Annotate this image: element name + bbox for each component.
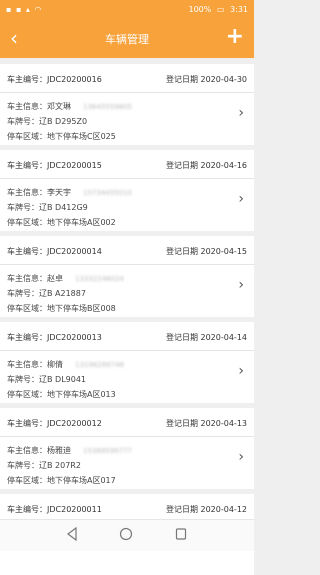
register-date: 登记日期 2020-04-16 <box>165 161 247 170</box>
card-body: 车主信息：李天宇 15734455010 车牌号：辽B D412G9 停车区域：地… <box>0 179 254 231</box>
nav-home-icon[interactable] <box>119 527 133 541</box>
owner-phone: 13196289748 <box>75 361 124 369</box>
parking-area: 停车区域：地下停车场C区025 <box>7 132 116 141</box>
chevron-right-icon[interactable]: › <box>238 105 244 121</box>
owner-info: 车主信息：杨雅迪 15389599777 <box>7 446 132 455</box>
vehicle-card[interactable]: 车主编号：JDC20200016 登记日期 2020-04-30 车主信息：邓文… <box>0 64 254 145</box>
card-header: 车主编号：JDC20200014 登记日期 2020-04-15 <box>0 236 254 265</box>
owner-code: 车主编号：JDC20200011 <box>7 505 102 514</box>
status-right: 100% ▭ 3:31 <box>186 5 249 14</box>
owner-phone: 13645559805 <box>83 103 132 111</box>
nav-back-icon[interactable] <box>66 527 78 541</box>
system-nav-bar <box>0 519 254 551</box>
nav-bar: ‹ 车辆管理 + <box>0 20 254 58</box>
vehicle-card[interactable]: 车主编号：JDC20200012 登记日期 2020-04-13 车主信息：杨雅… <box>0 408 254 489</box>
owner-code: 车主编号：JDC20200016 <box>7 75 102 84</box>
parking-area: 停车区域：地下停车场B区008 <box>7 304 116 313</box>
clock: 3:31 <box>230 5 248 14</box>
plate-number: 车牌号：辽B DL9041 <box>7 375 87 384</box>
nav-recent-icon[interactable] <box>175 527 187 541</box>
signal-icons: ▪ ▪ ▴ ◠ <box>6 5 43 14</box>
add-icon[interactable]: + <box>226 24 244 50</box>
card-header: 车主编号：JDC20200015 登记日期 2020-04-16 <box>0 150 254 179</box>
chevron-right-icon[interactable]: › <box>238 191 244 207</box>
card-body: 车主信息：杨雅迪 15389599777 车牌号：辽B 207R2 停车区域：地下… <box>0 437 254 489</box>
owner-code: 车主编号：JDC20200013 <box>7 333 102 342</box>
owner-info: 车主信息：柳倩 13196289748 <box>7 360 124 369</box>
chevron-right-icon[interactable]: › <box>238 363 244 379</box>
page-title: 车辆管理 <box>105 33 149 46</box>
card-header: 车主编号：JDC20200012 登记日期 2020-04-13 <box>0 408 254 437</box>
owner-info: 车主信息：邓文琳 13645559805 <box>7 102 132 111</box>
vehicle-card[interactable]: 车主编号：JDC20200015 登记日期 2020-04-16 车主信息：李天… <box>0 150 254 231</box>
register-date: 登记日期 2020-04-14 <box>165 333 247 342</box>
card-header: 车主编号：JDC20200013 登记日期 2020-04-14 <box>0 322 254 351</box>
owner-phone: 15734455010 <box>83 189 132 197</box>
card-body: 车主信息：柳倩 13196289748 车牌号：辽B DL9041 停车区域：地下… <box>0 351 254 403</box>
owner-code: 车主编号：JDC20200012 <box>7 419 102 428</box>
owner-phone: 13332248024 <box>75 275 124 283</box>
owner-code: 车主编号：JDC20200015 <box>7 161 102 170</box>
register-date: 登记日期 2020-04-13 <box>165 419 247 428</box>
plate-number: 车牌号：辽B D412G9 <box>7 203 88 212</box>
parking-area: 停车区域：地下停车场A区002 <box>7 218 116 227</box>
battery-level: 100% <box>188 5 212 14</box>
parking-area: 停车区域：地下停车场A区013 <box>7 390 116 399</box>
chevron-right-icon[interactable]: › <box>238 449 244 465</box>
register-date: 登记日期 2020-04-30 <box>165 75 247 84</box>
register-date: 登记日期 2020-04-12 <box>165 505 247 514</box>
plate-number: 车牌号：辽B 207R2 <box>7 461 81 470</box>
vehicle-card[interactable]: 车主编号：JDC20200013 登记日期 2020-04-14 车主信息：柳倩… <box>0 322 254 403</box>
owner-info: 车主信息：李天宇 15734455010 <box>7 188 132 197</box>
owner-phone: 15389599777 <box>83 447 132 455</box>
battery-icon: ▭ <box>216 5 225 14</box>
owner-info: 车主信息：赵卓 13332248024 <box>7 274 124 283</box>
parking-area: 停车区域：地下停车场A区017 <box>7 476 116 485</box>
vehicle-card[interactable]: 车主编号：JDC20200014 登记日期 2020-04-15 车主信息：赵卓… <box>0 236 254 317</box>
chevron-right-icon[interactable]: › <box>238 277 244 293</box>
plate-number: 车牌号：辽B A21887 <box>7 289 86 298</box>
register-date: 登记日期 2020-04-15 <box>165 247 247 256</box>
owner-code: 车主编号：JDC20200014 <box>7 247 102 256</box>
status-bar: ▪ ▪ ▴ ◠ 100% ▭ 3:31 <box>0 0 254 20</box>
card-body: 车主信息：赵卓 13332248024 车牌号：辽B A21887 停车区域：地下… <box>0 265 254 317</box>
plate-number: 车牌号：辽B D295Z0 <box>7 117 88 126</box>
card-header: 车主编号：JDC20200016 登记日期 2020-04-30 <box>0 64 254 93</box>
card-body: 车主信息：邓文琳 13645559805 车牌号：辽B D295Z0 停车区域：地… <box>0 93 254 145</box>
